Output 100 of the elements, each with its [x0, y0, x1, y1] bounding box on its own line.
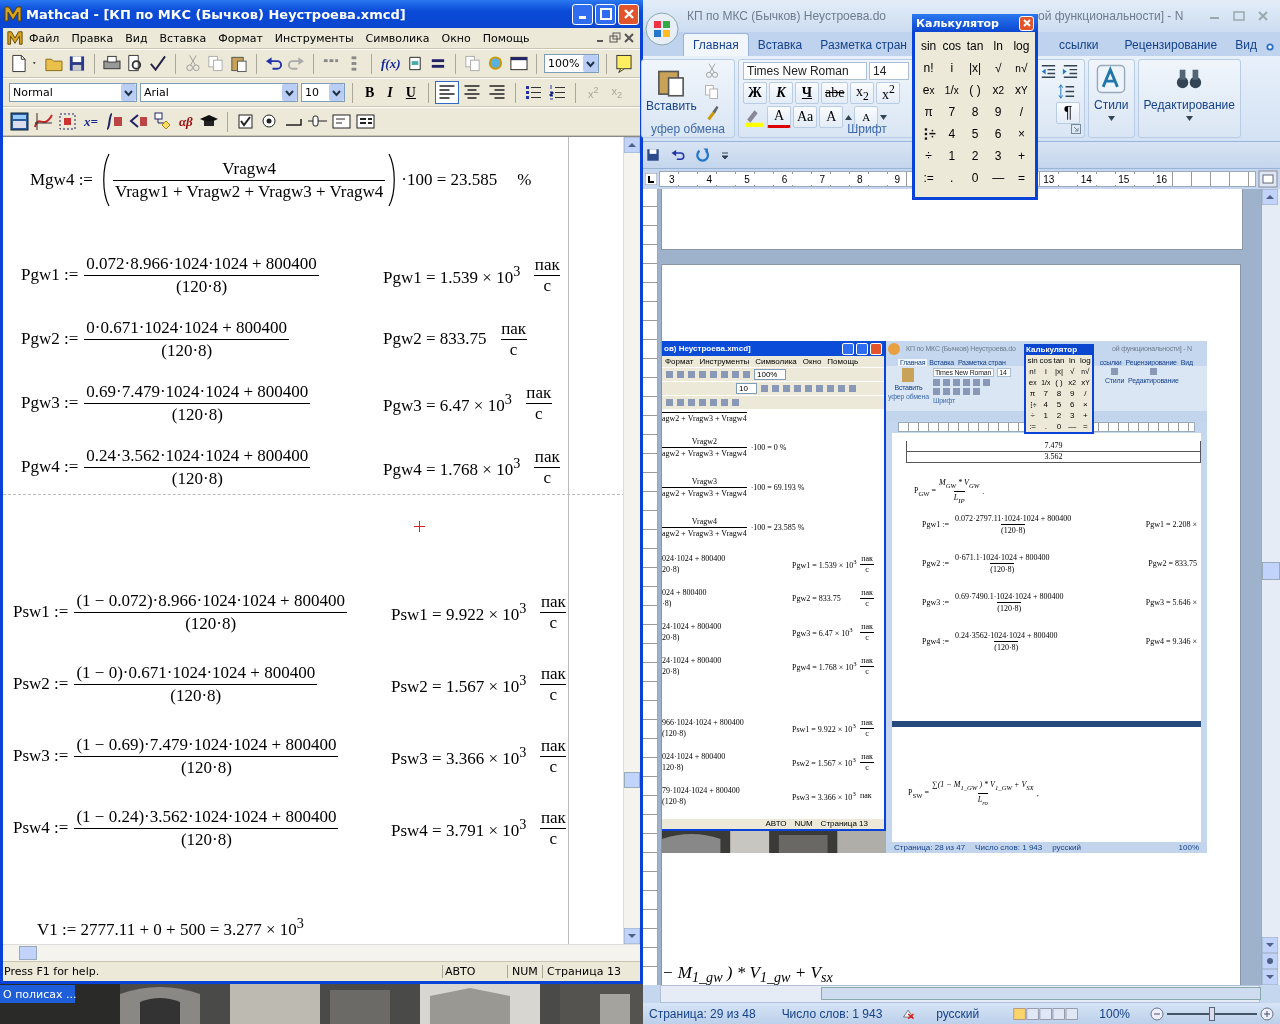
format-button[interactable]: x$_{2}$: [850, 82, 875, 104]
help-icon[interactable]: [614, 53, 635, 74]
menu-item[interactable]: Вставка: [153, 31, 213, 45]
calculator-key[interactable]: 4: [1039, 399, 1053, 410]
calculator-key[interactable]: 7: [940, 101, 964, 123]
menu-item[interactable]: Помощь: [827, 357, 859, 366]
menu-item[interactable]: Помощь: [476, 31, 536, 45]
ribbon-tab[interactable]: Вставка: [748, 34, 812, 56]
style-select[interactable]: Normal: [9, 83, 137, 102]
copy-icon[interactable]: [702, 83, 721, 101]
menu-item[interactable]: Инструменты: [699, 357, 750, 366]
scroll-thumb[interactable]: [624, 772, 640, 788]
page-count[interactable]: Страница: 29 из 48: [643, 1006, 762, 1021]
format-button[interactable]: Ж: [743, 82, 767, 104]
zoom-in-icon[interactable]: [1260, 1006, 1274, 1021]
format-button[interactable]: Ч: [795, 82, 819, 104]
tab-stop-icon[interactable]: [645, 173, 657, 185]
scroll-up-icon[interactable]: [1262, 189, 1278, 205]
matrix-icon[interactable]: [57, 111, 78, 132]
calculator-key[interactable]: 7: [1039, 388, 1053, 399]
browse-object-icon[interactable]: [1262, 953, 1278, 969]
styles-button[interactable]: Стили: [1092, 64, 1131, 121]
format-button[interactable]: U: [400, 82, 421, 103]
menu-item[interactable]: Символика: [359, 31, 436, 45]
menu-item[interactable]: Формат: [212, 31, 269, 45]
calculator-key[interactable]: 2: [1052, 410, 1066, 421]
zoom-level[interactable]: 100%: [1093, 1006, 1136, 1021]
calculator-key[interactable]: tan: [963, 35, 987, 57]
calculator-key[interactable]: π: [917, 101, 941, 123]
text-box-icon[interactable]: [330, 111, 352, 132]
calculator-key[interactable]: log: [1009, 35, 1033, 57]
view-buttons-icon[interactable]: [1013, 1005, 1080, 1022]
editing-button[interactable]: Редактирование: [1141, 64, 1237, 121]
list-box-icon[interactable]: [354, 111, 376, 132]
calculator-key[interactable]: —: [1065, 421, 1079, 432]
function-button[interactable]: f(x): [379, 55, 403, 72]
paste-button[interactable]: Вставить: [646, 62, 697, 122]
calculator-key[interactable]: =: [1009, 167, 1033, 189]
scroll-thumb[interactable]: [19, 946, 37, 960]
taskbar-button[interactable]: О полисах ...: [0, 985, 75, 1003]
close-button[interactable]: [870, 342, 882, 355]
calculator-key[interactable]: |x|: [1052, 366, 1066, 377]
calculator-key[interactable]: /: [1009, 101, 1033, 123]
format-button[interactable]: B: [360, 82, 380, 103]
calculator-key[interactable]: |x|: [963, 57, 987, 79]
calculator-key[interactable]: n!: [917, 57, 941, 79]
calculator-key[interactable]: +: [1078, 410, 1092, 421]
scroll-down-icon[interactable]: [1262, 937, 1278, 953]
scroll-thumb[interactable]: [821, 987, 1261, 1000]
menu-item[interactable]: Символика: [755, 357, 797, 366]
calculator-key[interactable]: 8: [1052, 388, 1066, 399]
calculator-key[interactable]: 6: [1065, 399, 1079, 410]
show-marks-button[interactable]: ¶: [1056, 102, 1080, 124]
zoom-select[interactable]: 100%: [543, 54, 600, 73]
ribbon-tab[interactable]: Главная: [683, 33, 749, 56]
format-button[interactable]: x$^{2}$: [876, 82, 901, 104]
align-left-icon[interactable]: [435, 82, 458, 103]
calculator-key[interactable]: 0: [1052, 421, 1066, 432]
calculator-key[interactable]: ( ): [1052, 377, 1066, 388]
format-button[interactable]: A: [767, 106, 791, 128]
close-button[interactable]: [618, 3, 639, 25]
calculator-key[interactable]: n!: [1026, 366, 1040, 377]
greek-button[interactable]: αβ: [175, 113, 196, 130]
calculator-icon[interactable]: [9, 111, 30, 132]
calculator-key[interactable]: 1: [940, 145, 964, 167]
scroll-thumb[interactable]: [1262, 562, 1280, 580]
calculator-key[interactable]: √: [1065, 366, 1079, 377]
menu-item[interactable]: Правка: [65, 31, 120, 45]
scroll-up-icon[interactable]: [624, 137, 640, 153]
restore-icon[interactable]: [608, 31, 622, 45]
font-select[interactable]: Times New Roman: [743, 62, 867, 80]
horizontal-scrollbar[interactable]: [3, 944, 640, 961]
calculator-key[interactable]: .: [1039, 421, 1053, 432]
calculator-key[interactable]: 2: [963, 145, 987, 167]
save-icon[interactable]: [645, 147, 661, 163]
calculator-key[interactable]: ( ): [963, 79, 987, 101]
calculator-key[interactable]: 3: [1065, 410, 1079, 421]
font-select[interactable]: Arial: [140, 83, 298, 102]
menu-item[interactable]: Формат: [665, 357, 694, 366]
programming-icon[interactable]: [151, 111, 173, 132]
calculator-key[interactable]: cos: [940, 35, 964, 57]
menu-item[interactable]: Окно: [435, 31, 477, 45]
calculator-key[interactable]: sin: [1026, 355, 1040, 366]
format-button[interactable]: A: [819, 106, 844, 128]
calculator-key[interactable]: ln: [986, 35, 1010, 57]
minimize-button[interactable]: [842, 342, 854, 355]
calculator-key[interactable]: .: [940, 167, 964, 189]
calculator-key[interactable]: 8: [963, 101, 987, 123]
font-size-select[interactable]: 14: [869, 62, 909, 80]
scroll-down-icon[interactable]: [624, 928, 640, 944]
menu-item[interactable]: Инструменты: [268, 31, 360, 45]
calculator-key[interactable]: /: [1078, 388, 1092, 399]
zoom-out-icon[interactable]: [1150, 1006, 1164, 1021]
numbered-list-icon[interactable]: [546, 82, 568, 103]
calculator-key[interactable]: π: [1026, 388, 1040, 399]
new-document-icon[interactable]: [9, 53, 29, 74]
word-count[interactable]: Число слов: 1 943: [775, 1006, 889, 1021]
calculator-key[interactable]: √: [986, 57, 1010, 79]
vertical-scrollbar[interactable]: [1261, 189, 1280, 985]
font-size-select[interactable]: 10: [736, 383, 757, 394]
